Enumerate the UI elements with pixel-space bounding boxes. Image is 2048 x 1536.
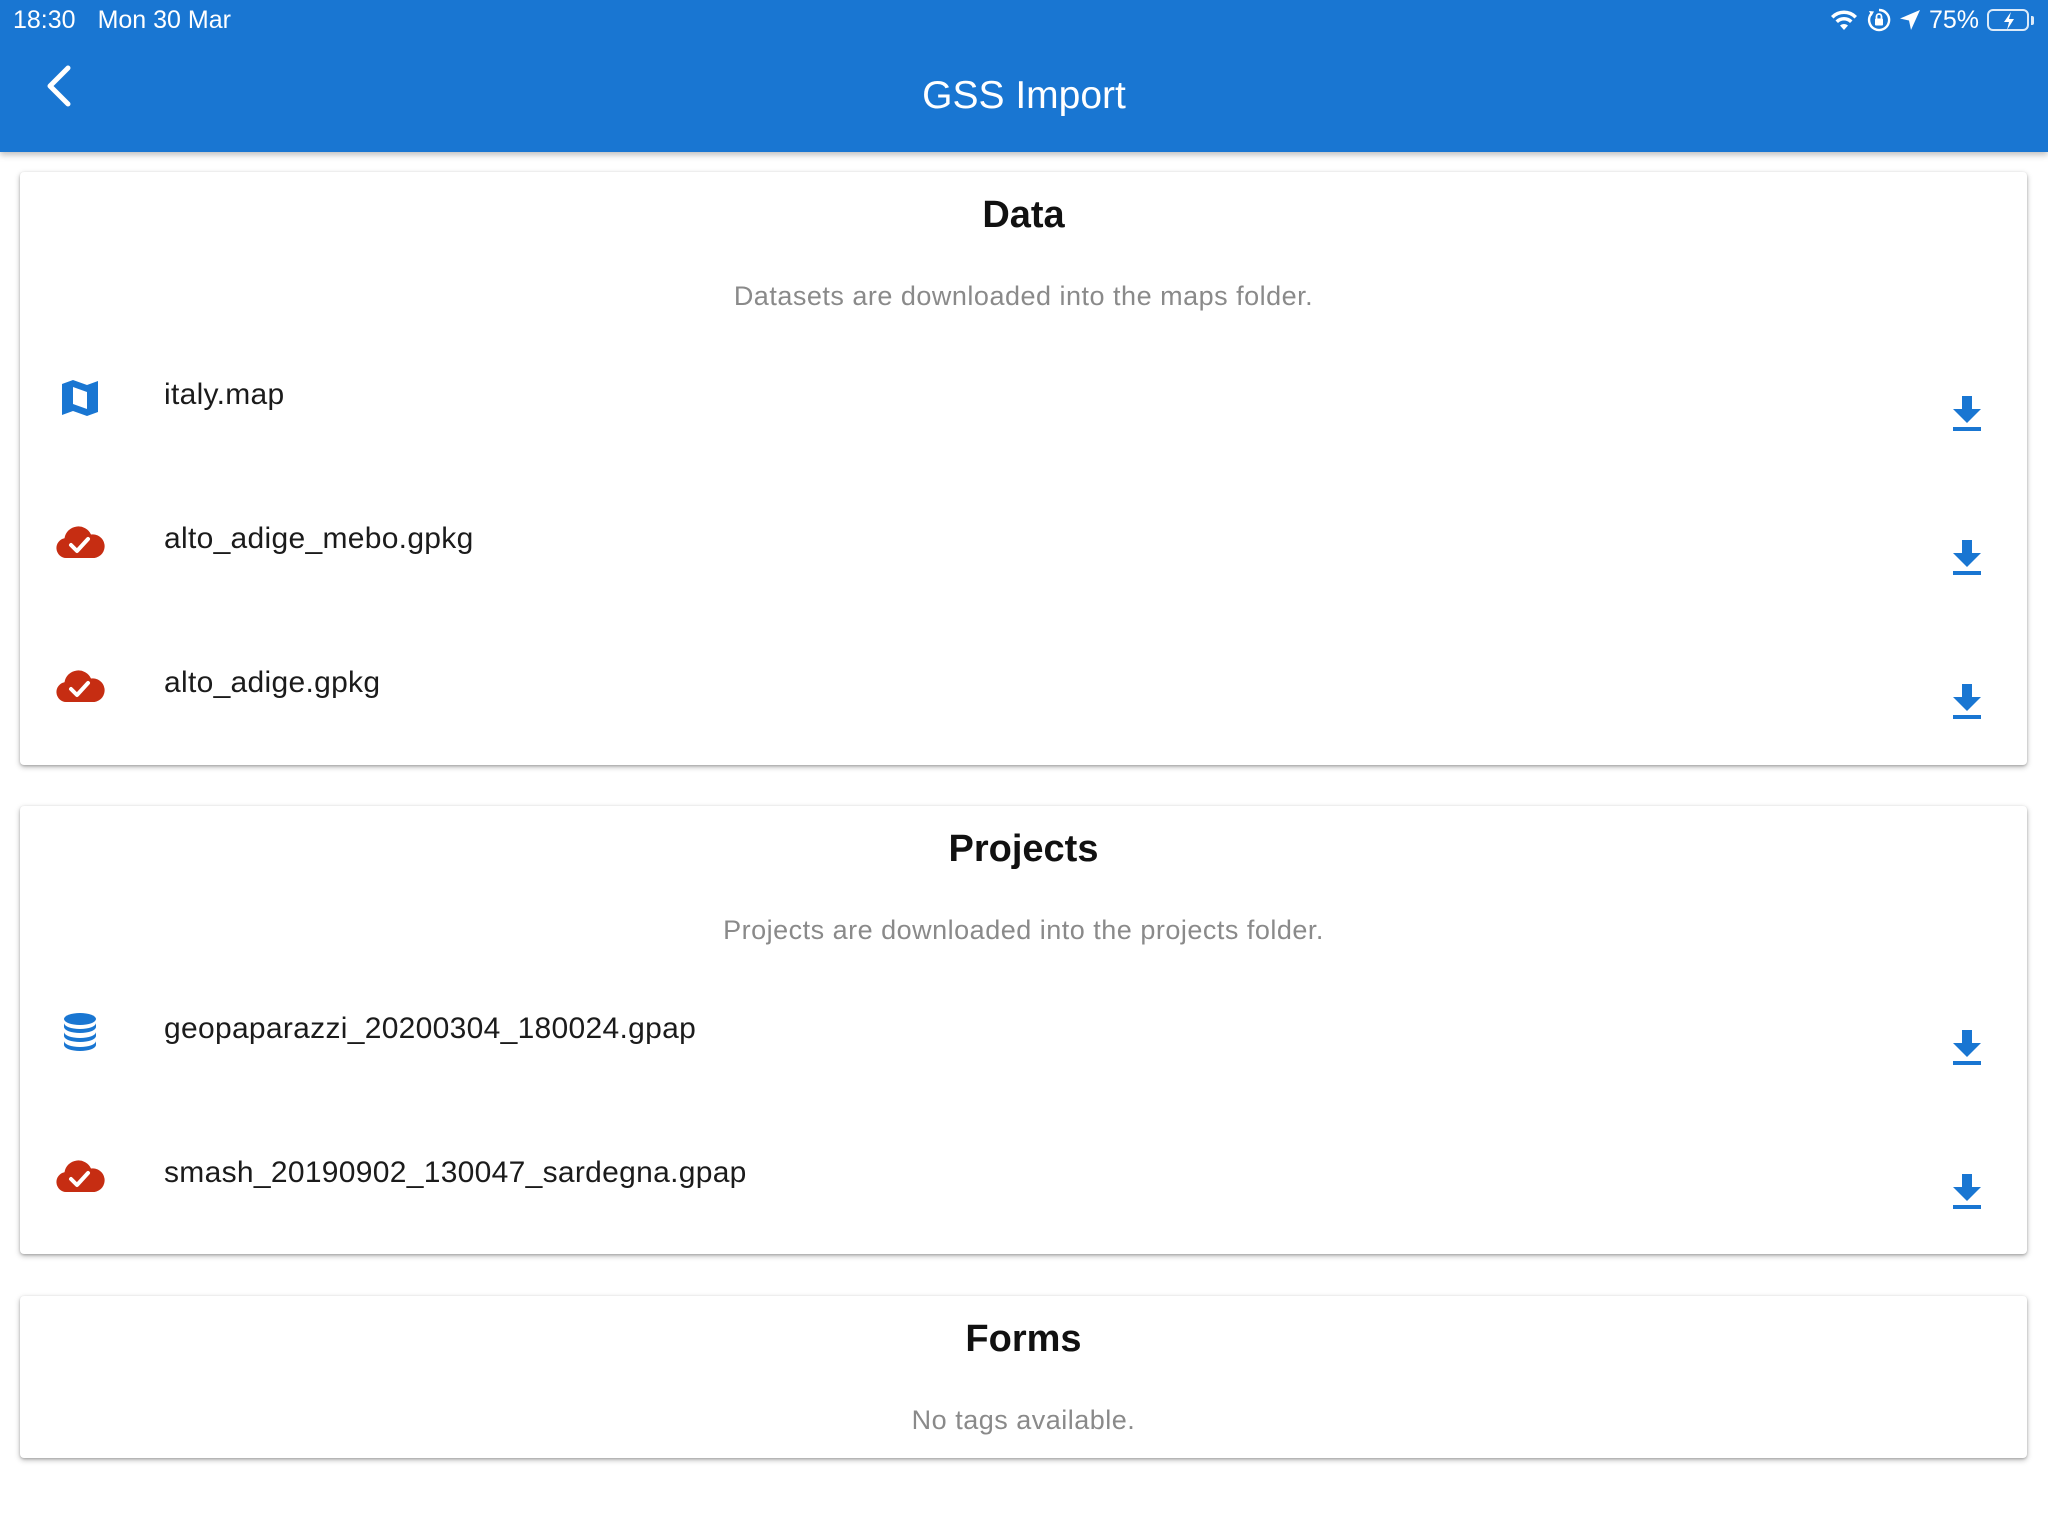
status-bar: 18:30 Mon 30 Mar 75% (0, 0, 2048, 40)
download-button[interactable] (1943, 676, 1991, 732)
page-title: GSS Import (922, 74, 1126, 117)
item-label: alto_adige.gpkg (164, 666, 381, 699)
list-item[interactable]: alto_adige_mebo.gpkg (20, 506, 2027, 650)
list-item[interactable]: alto_adige.gpkg (20, 650, 2027, 794)
download-icon (1951, 539, 1983, 581)
back-button[interactable] (30, 56, 86, 120)
battery-percent: 75% (1928, 5, 1979, 34)
download-button[interactable] (1943, 388, 1991, 444)
download-button[interactable] (1943, 532, 1991, 588)
list-item[interactable]: geopaparazzi_20200304_180024.gpap (20, 996, 2027, 1140)
download-icon (1951, 395, 1983, 437)
database-icon (52, 1004, 108, 1060)
list-item[interactable]: italy.map (20, 362, 2027, 506)
item-label: alto_adige_mebo.gpkg (164, 522, 474, 555)
location-arrow-icon (1899, 9, 1921, 31)
empty-state-message: No tags available. (911, 1405, 1136, 1435)
item-label: geopaparazzi_20200304_180024.gpap (164, 1012, 697, 1045)
cloud-check-icon (52, 514, 108, 570)
item-label: smash_20190902_130047_sardegna.gpap (164, 1156, 747, 1189)
download-icon (1951, 1029, 1983, 1071)
section-title: Data (982, 194, 1065, 236)
data-section-card: Data Datasets are downloaded into the ma… (20, 172, 2027, 765)
forms-section-card: Forms No tags available. (20, 1296, 2027, 1458)
projects-section-card: Projects Projects are downloaded into th… (20, 806, 2027, 1254)
status-date: Mon 30 Mar (97, 5, 231, 34)
download-button[interactable] (1943, 1166, 1991, 1222)
status-time: 18:30 (13, 5, 76, 34)
list-item[interactable]: smash_20190902_130047_sardegna.gpap (20, 1140, 2027, 1284)
orientation-lock-icon (1867, 8, 1891, 32)
navigation-bar: GSS Import (0, 40, 2048, 152)
wifi-icon (1829, 8, 1859, 32)
chevron-left-icon (43, 64, 73, 113)
app-bar: 18:30 Mon 30 Mar 75% GSS Import (0, 0, 2048, 152)
cloud-check-icon (52, 1148, 108, 1204)
item-label: italy.map (164, 378, 285, 411)
status-indicators: 75% (1829, 0, 2034, 40)
battery-charging-icon (1987, 9, 2034, 31)
map-icon (52, 370, 108, 426)
section-title: Projects (948, 828, 1099, 870)
download-button[interactable] (1943, 1022, 1991, 1078)
section-subtitle: Datasets are downloaded into the maps fo… (733, 281, 1314, 311)
download-icon (1951, 683, 1983, 725)
section-title: Forms (965, 1318, 1082, 1360)
section-subtitle: Projects are downloaded into the project… (723, 915, 1324, 945)
cloud-check-icon (52, 658, 108, 714)
download-icon (1951, 1173, 1983, 1215)
